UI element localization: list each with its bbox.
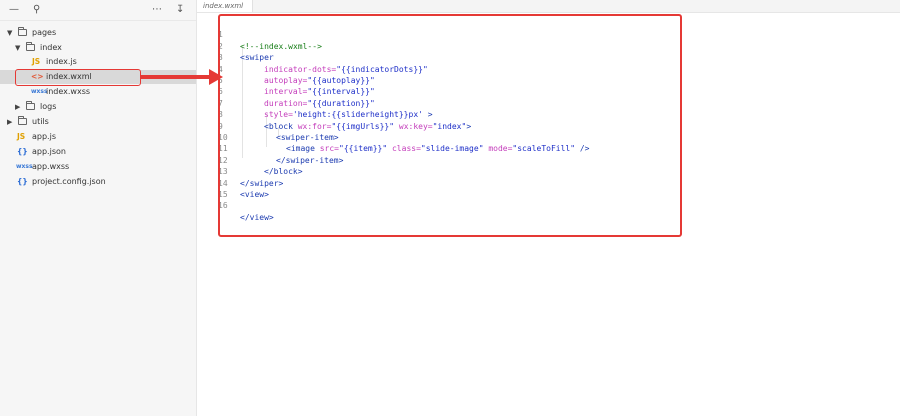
annotation-arrow	[141, 75, 211, 79]
minus-icon[interactable]: —	[9, 4, 19, 16]
file-explorer-sidebar: — ⚲ ⋯ ↧ ▼ pages ▼ index JS index.js <> i…	[0, 0, 197, 416]
json-file-icon: {}	[17, 147, 28, 156]
tree-item-label: app.js	[32, 132, 56, 141]
folder-icon	[26, 42, 35, 51]
js-file-icon: JS	[17, 132, 26, 141]
editor-tab-strip: index.wxml	[197, 0, 900, 13]
chevron-down-icon: ▼	[15, 44, 21, 52]
file-highlight-box	[15, 69, 141, 86]
tree-item-label: app.json	[32, 147, 66, 156]
tree-item-app-json[interactable]: {} app.json	[0, 145, 196, 159]
tab-index-wxml[interactable]: index.wxml	[197, 0, 253, 12]
folder-icon	[18, 27, 27, 36]
tree-item-label: index.wxss	[46, 87, 91, 96]
tree-item-index-js[interactable]: JS index.js	[0, 55, 196, 69]
js-file-icon: JS	[32, 57, 41, 66]
tree-item-label: pages	[32, 28, 57, 37]
tree-item-app-js[interactable]: JS app.js	[0, 130, 196, 144]
json-file-icon: {}	[17, 177, 28, 186]
chevron-right-icon: ▶	[7, 118, 13, 126]
chevron-down-icon: ▼	[7, 29, 13, 37]
chevron-right-icon: ▶	[15, 103, 21, 111]
folder-icon	[18, 116, 27, 125]
tree-item-label: index	[40, 43, 62, 52]
tree-item-index-wxss[interactable]: wxss index.wxss	[0, 85, 196, 99]
tree-item-label: project.config.json	[32, 177, 106, 186]
tree-item-index-folder[interactable]: ▼ index	[0, 41, 196, 55]
explorer-toolbar: — ⚲ ⋯ ↧	[0, 0, 196, 21]
tree-item-project-config-json[interactable]: {} project.config.json	[0, 175, 196, 189]
tree-item-label: logs	[40, 102, 57, 111]
tree-item-label: utils	[32, 117, 49, 126]
search-icon[interactable]: ⚲	[33, 4, 40, 16]
folder-icon	[26, 101, 35, 110]
more-icon[interactable]: ⋯	[152, 4, 162, 16]
tree-item-app-wxss[interactable]: wxss app.wxss	[0, 160, 196, 174]
collapse-icon[interactable]: ↧	[176, 4, 184, 16]
tree-item-label: index.js	[46, 57, 77, 66]
tree-item-label: app.wxss	[32, 162, 70, 171]
code-highlight-box	[218, 14, 682, 237]
tree-item-logs[interactable]: ▶ logs	[0, 100, 196, 114]
tree-item-utils[interactable]: ▶ utils	[0, 115, 196, 129]
wxss-file-icon: wxss	[16, 163, 33, 170]
tree-item-pages[interactable]: ▼ pages	[0, 26, 196, 40]
